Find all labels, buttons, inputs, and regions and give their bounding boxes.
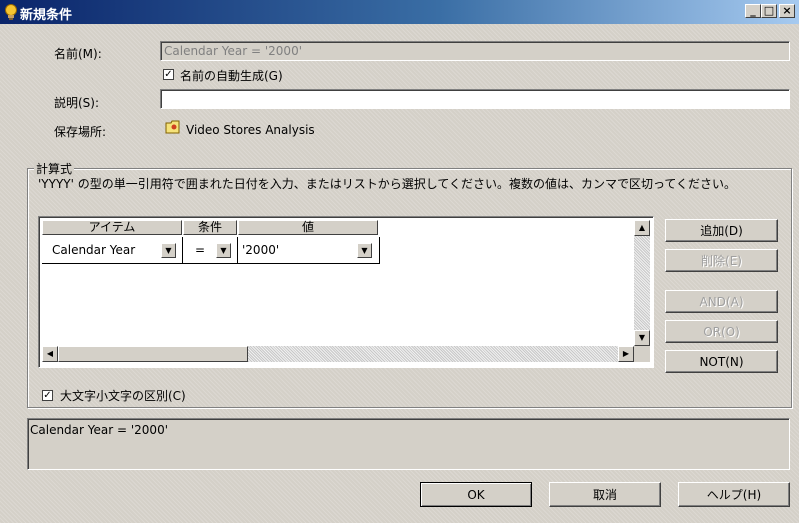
case-sensitive-checkbox[interactable]: ✓ <box>42 390 53 401</box>
ok-button[interactable]: OK <box>420 482 532 507</box>
location-value: Video Stores Analysis <box>186 123 315 137</box>
item-dropdown-button[interactable]: ▼ <box>161 243 176 258</box>
grid-header-value[interactable]: 値 <box>238 220 378 235</box>
value-dropdown-button[interactable]: ▼ <box>357 243 372 258</box>
location-label: 保存場所: <box>54 125 107 139</box>
close-button[interactable]: × <box>779 4 795 18</box>
scroll-up-button[interactable]: ▲ <box>634 220 650 236</box>
auto-name-checkbox[interactable]: ✓ <box>163 69 174 80</box>
vertical-scrollbar[interactable] <box>634 220 650 346</box>
add-button[interactable]: 追加(D) <box>665 219 778 242</box>
name-field-value: Calendar Year = '2000' <box>164 44 302 58</box>
case-sensitive-label: 大文字小文字の区別(C) <box>60 389 186 403</box>
folder-icon <box>165 120 180 134</box>
horizontal-scroll-thumb[interactable] <box>58 346 248 362</box>
delete-button[interactable]: 削除(E) <box>665 249 778 272</box>
expression-group-label: 計算式 <box>34 160 75 177</box>
description-input[interactable] <box>160 89 790 109</box>
scroll-down-button[interactable]: ▼ <box>634 330 650 346</box>
grid-header-condition[interactable]: 条件 <box>183 220 237 235</box>
expression-instruction: 'YYYY' の型の単一引用符で囲まれた日付を入力、またはリストから選択してくだ… <box>38 177 737 191</box>
expression-preview: Calendar Year = '2000' <box>27 418 790 470</box>
auto-name-label: 名前の自動生成(G) <box>180 69 283 83</box>
help-button[interactable]: ヘルプ(H) <box>678 482 790 507</box>
title-bar[interactable]: 新規条件 _ □ × <box>0 0 799 24</box>
scroll-right-button[interactable]: ▶ <box>618 346 634 362</box>
scroll-left-button[interactable]: ◀ <box>42 346 58 362</box>
minimize-button[interactable]: _ <box>745 4 761 18</box>
name-field[interactable]: Calendar Year = '2000' <box>160 41 790 61</box>
grid-header-item[interactable]: アイテム <box>42 220 182 235</box>
or-button[interactable]: OR(O) <box>665 320 778 343</box>
condition-dropdown-button[interactable]: ▼ <box>216 243 231 258</box>
window-title: 新規条件 <box>20 8 73 23</box>
cancel-button[interactable]: 取消 <box>549 482 661 507</box>
row-value-cell[interactable]: '2000' <box>242 241 279 259</box>
description-label: 説明(S): <box>54 96 100 110</box>
maximize-button[interactable]: □ <box>761 4 777 18</box>
preview-text: Calendar Year = '2000' <box>30 423 168 437</box>
row-item-cell[interactable]: Calendar Year <box>52 241 135 259</box>
not-button[interactable]: NOT(N) <box>665 350 778 373</box>
name-label: 名前(M): <box>54 47 102 61</box>
lightbulb-icon <box>5 4 17 20</box>
and-button[interactable]: AND(A) <box>665 290 778 313</box>
row-condition-cell[interactable]: = <box>195 241 205 259</box>
